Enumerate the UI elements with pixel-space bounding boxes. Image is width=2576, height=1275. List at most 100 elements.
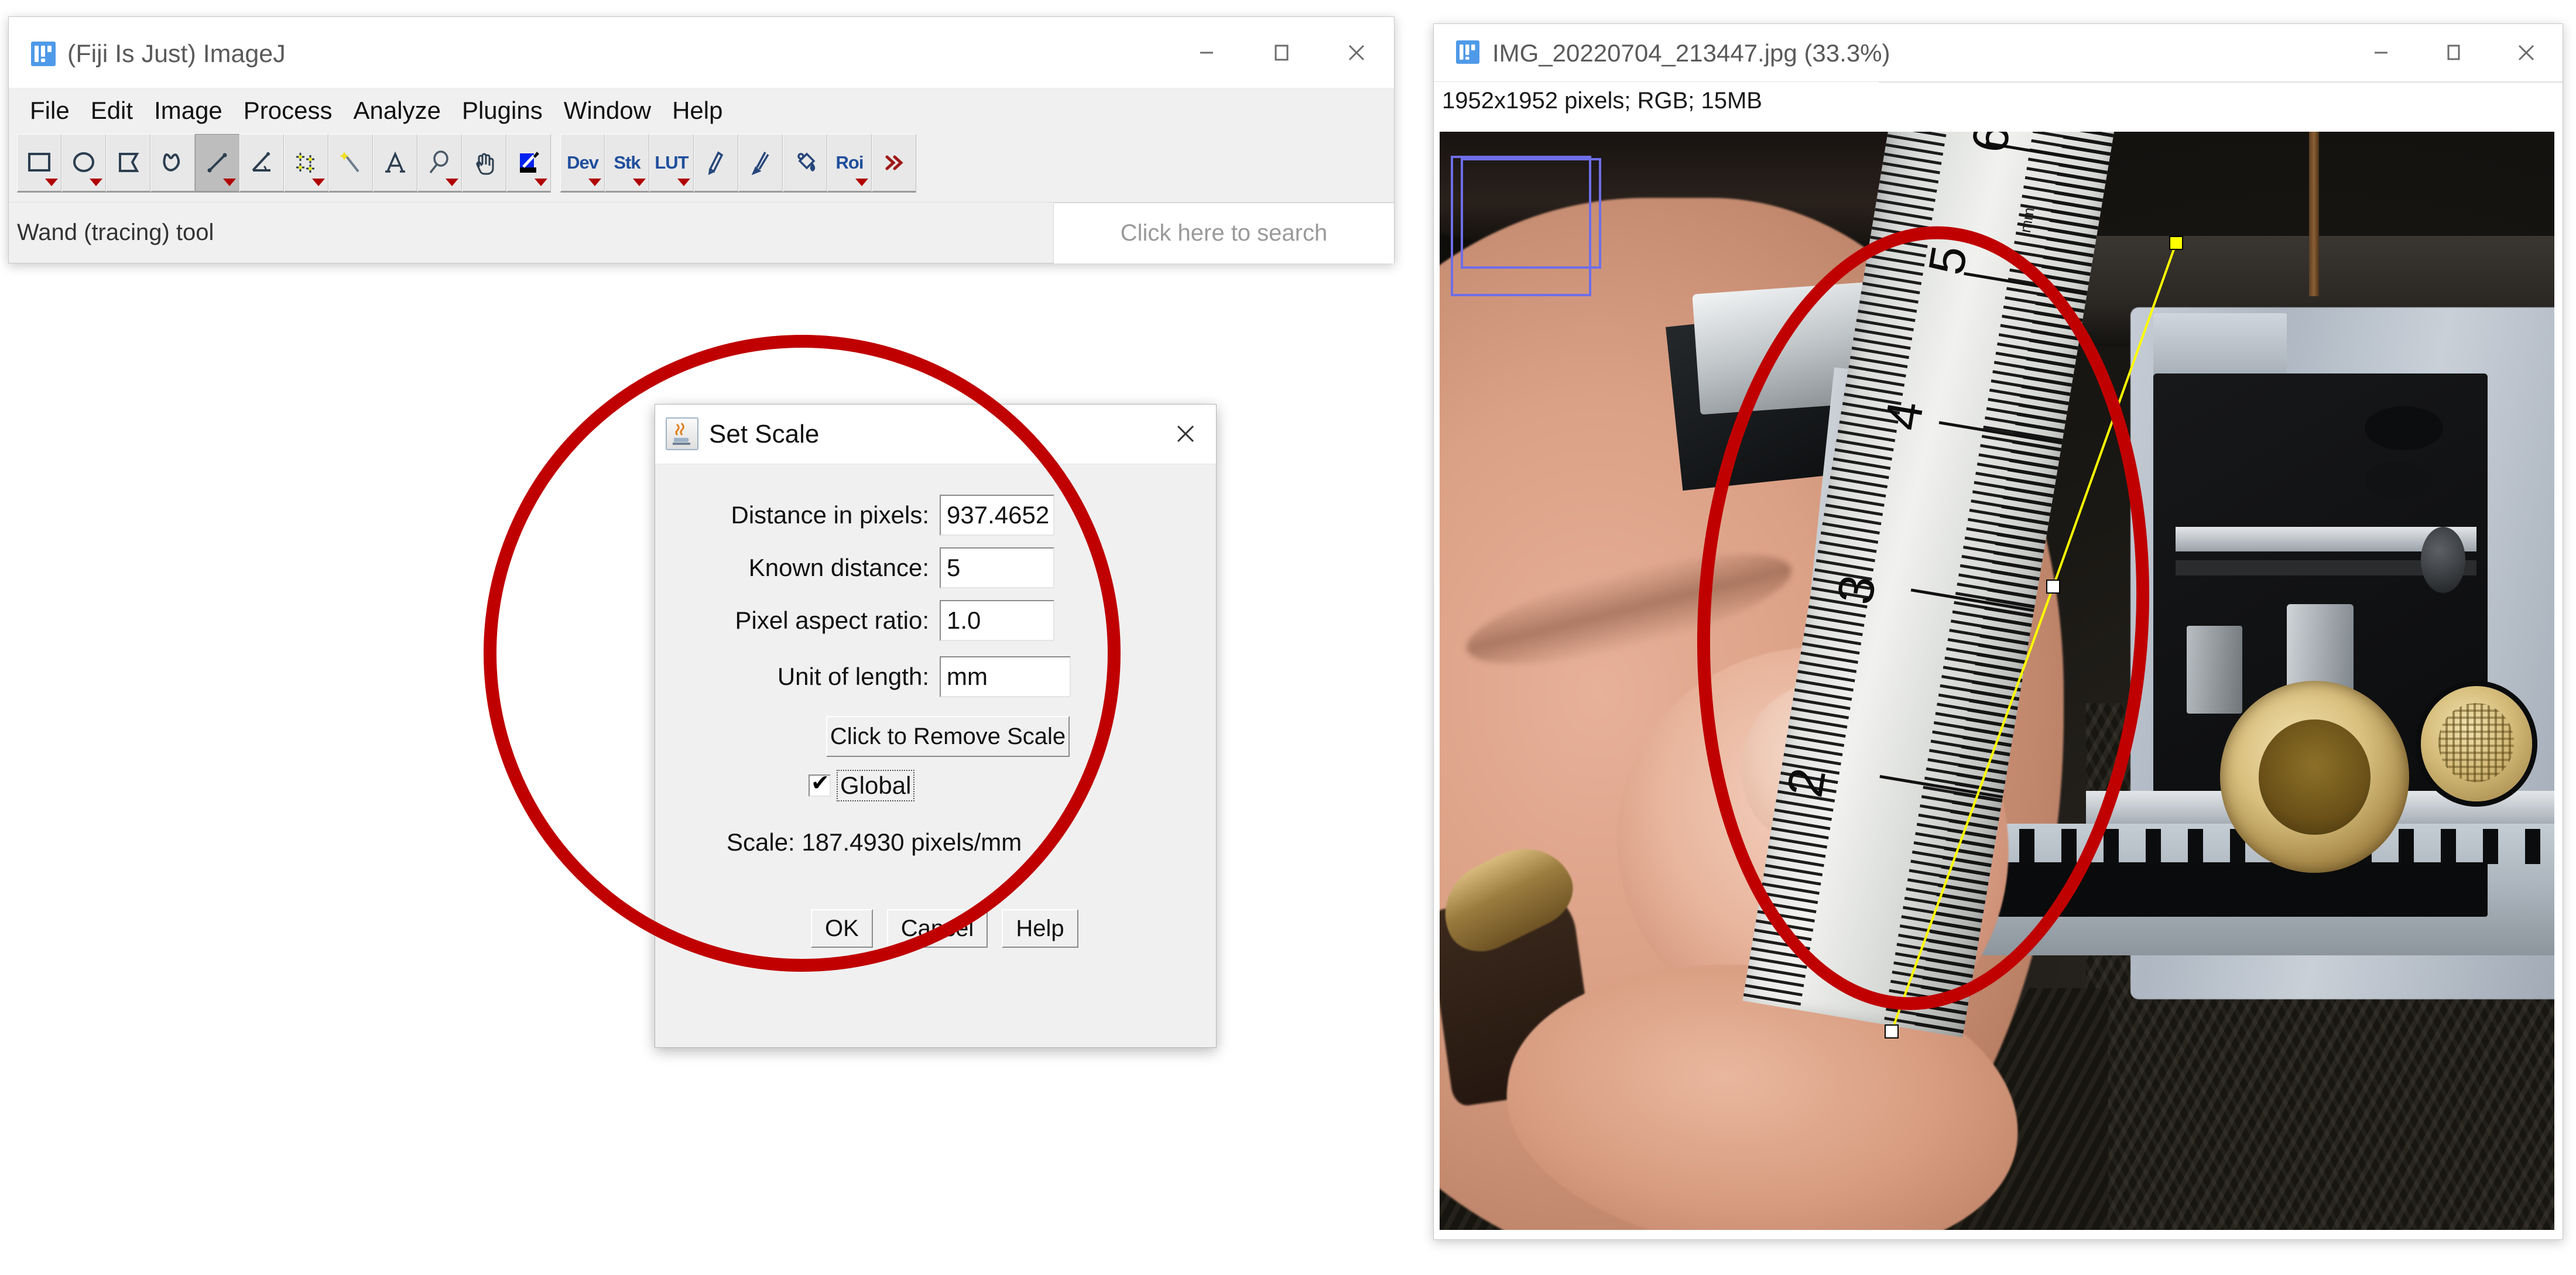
label-unit-of-length: Unit of length: [777,663,929,690]
global-checkbox[interactable] [809,770,831,797]
menu-item-process[interactable]: Process [233,94,343,128]
tool-rectangle-selection[interactable] [17,134,61,193]
tool-more-tools[interactable] [872,134,916,193]
tool-dev[interactable]: Dev [560,134,605,193]
label-distance-in-pixels: Distance in pixels: [731,501,929,529]
image-window: IMG_20220704_213447.jpg (33.3%) 1952x195… [1433,23,2563,1240]
tool-straight-line[interactable] [195,134,239,193]
image-window-controls [2345,24,2563,81]
menu-item-plugins[interactable]: Plugins [451,94,553,128]
tool-flood-fill[interactable] [783,134,827,193]
global-checkbox-row: Global [809,770,915,801]
info-divider [1879,82,2563,83]
input-unit-of-length[interactable]: mm [940,656,1071,697]
set-scale-title: Set Scale [709,420,820,448]
tool-lut[interactable]: LUT [649,134,694,193]
image-info-text: 1952x1952 pixels; RGB; 15MB [1442,88,1762,114]
tool-dropdown-arrow-icon[interactable] [535,179,547,186]
tool-text[interactable] [373,134,417,193]
field-row-distance-in-pixels: Distance in pixels: 937.4652 [655,495,1216,536]
measurement-line-lower[interactable] [1890,586,2054,1032]
tool-pencil[interactable] [694,134,738,193]
set-scale-dialog: Set Scale Distance in pixels: 937.4652 K… [655,404,1217,1048]
line-handle-mid[interactable] [2046,580,2060,594]
status-text: Wand (tracing) tool [17,220,214,245]
menu-item-window[interactable]: Window [553,94,662,128]
set-scale-titlebar[interactable]: Set Scale [655,405,1216,464]
tool-dropdown-arrow-icon[interactable] [588,179,601,186]
tool-wand-tracing[interactable] [328,134,373,193]
dev-label-icon: Dev [567,152,599,173]
tool-polygon-selection[interactable] [106,134,150,193]
ok-button[interactable]: OK [811,909,873,948]
cancel-button[interactable]: Cancel [886,909,988,948]
global-label[interactable]: Global [837,770,915,801]
remove-scale-button[interactable]: Click to Remove Scale [826,716,1070,757]
tool-dropdown-arrow-icon[interactable] [633,179,646,186]
tool-dropdown-arrow-icon[interactable] [312,179,325,186]
line-handle-start[interactable] [2169,236,2183,250]
set-scale-close-button[interactable] [1164,413,1207,455]
help-button[interactable]: Help [1002,909,1078,948]
tool-stk[interactable]: Stk [605,134,649,193]
field-row-pixel-aspect-ratio: Pixel aspect ratio: 1.0 [655,600,1216,641]
image-window-title: IMG_20220704_213447.jpg (33.3%) [1492,39,1890,67]
image-canvas[interactable]: 6 5 4 3 2 mm [1440,132,2554,1230]
screen-root: (Fiji Is Just) ImageJ File Edit Image Pr… [0,0,2576,1275]
menu-item-file[interactable]: File [19,94,80,128]
roi-label-icon: Roi [835,152,864,173]
search-placeholder: Click here to search [1120,220,1328,246]
tool-dropdown-arrow-icon[interactable] [855,179,868,186]
image-maximize-button[interactable] [2417,24,2490,81]
imagej-window-controls [1169,17,1394,88]
line-handle-end[interactable] [1885,1024,1899,1038]
tool-dropdown-arrow-icon[interactable] [677,179,690,186]
imagej-icon [1455,39,1481,65]
imagej-main-window: (Fiji Is Just) ImageJ File Edit Image Pr… [8,16,1395,263]
image-minimize-button[interactable] [2345,24,2417,81]
imagej-close-button[interactable] [1319,17,1394,88]
tool-color-picker[interactable] [506,134,551,193]
imagej-minimize-button[interactable] [1169,17,1244,88]
scale-result-text: Scale: 187.4930 pixels/mm [727,828,1022,856]
measurement-line-upper[interactable] [2052,242,2177,587]
image-close-button[interactable] [2490,24,2563,81]
tool-roi-manager[interactable]: Roi [827,134,872,193]
menu-item-edit[interactable]: Edit [80,94,143,128]
tool-dropdown-arrow-icon[interactable] [45,179,58,186]
input-known-distance[interactable]: 5 [940,547,1054,588]
java-coffee-icon [666,417,698,450]
tool-hand-scroll[interactable] [462,134,506,193]
line-selection-overlay[interactable] [1440,132,2554,1230]
imagej-toolbar: Dev Stk LUT Roi [9,133,1394,202]
image-window-titlebar[interactable]: IMG_20220704_213447.jpg (33.3%) [1434,24,2563,81]
imagej-status-bar: Wand (tracing) tool Click here to search [9,202,1394,263]
input-distance-in-pixels[interactable]: 937.4652 [940,495,1054,536]
imagej-window-title: (Fiji Is Just) ImageJ [67,40,286,68]
menu-item-analyze[interactable]: Analyze [343,94,451,128]
set-scale-button-row: OK Cancel Help [811,909,1078,948]
photo-content: 6 5 4 3 2 mm [1440,132,2554,1230]
search-box[interactable]: Click here to search [1053,203,1394,263]
tool-oval-selection[interactable] [61,134,106,193]
tool-paintbrush[interactable] [738,134,783,193]
tool-magnifier[interactable] [417,134,462,193]
imagej-titlebar[interactable]: (Fiji Is Just) ImageJ [9,17,1394,88]
tool-freehand-selection[interactable] [150,134,195,193]
tool-dropdown-arrow-icon[interactable] [446,179,458,186]
stk-label-icon: Stk [614,152,640,173]
menu-item-image[interactable]: Image [143,94,233,128]
menu-item-help[interactable]: Help [662,94,733,128]
tool-dropdown-arrow-icon[interactable] [90,179,102,186]
image-info-bar: 1952x1952 pixels; RGB; 15MB [1434,81,2563,129]
input-pixel-aspect-ratio[interactable]: 1.0 [940,600,1054,641]
imagej-menubar: File Edit Image Process Analyze Plugins … [9,88,1394,133]
imagej-maximize-button[interactable] [1244,17,1319,88]
field-row-known-distance: Known distance: 5 [655,547,1216,588]
tool-angle[interactable] [239,134,284,193]
label-pixel-aspect-ratio: Pixel aspect ratio: [735,606,930,634]
tool-point-multipoint[interactable] [284,134,328,193]
tool-dropdown-arrow-icon[interactable] [223,179,236,186]
label-known-distance: Known distance: [748,554,929,581]
lut-label-icon: LUT [655,152,688,173]
